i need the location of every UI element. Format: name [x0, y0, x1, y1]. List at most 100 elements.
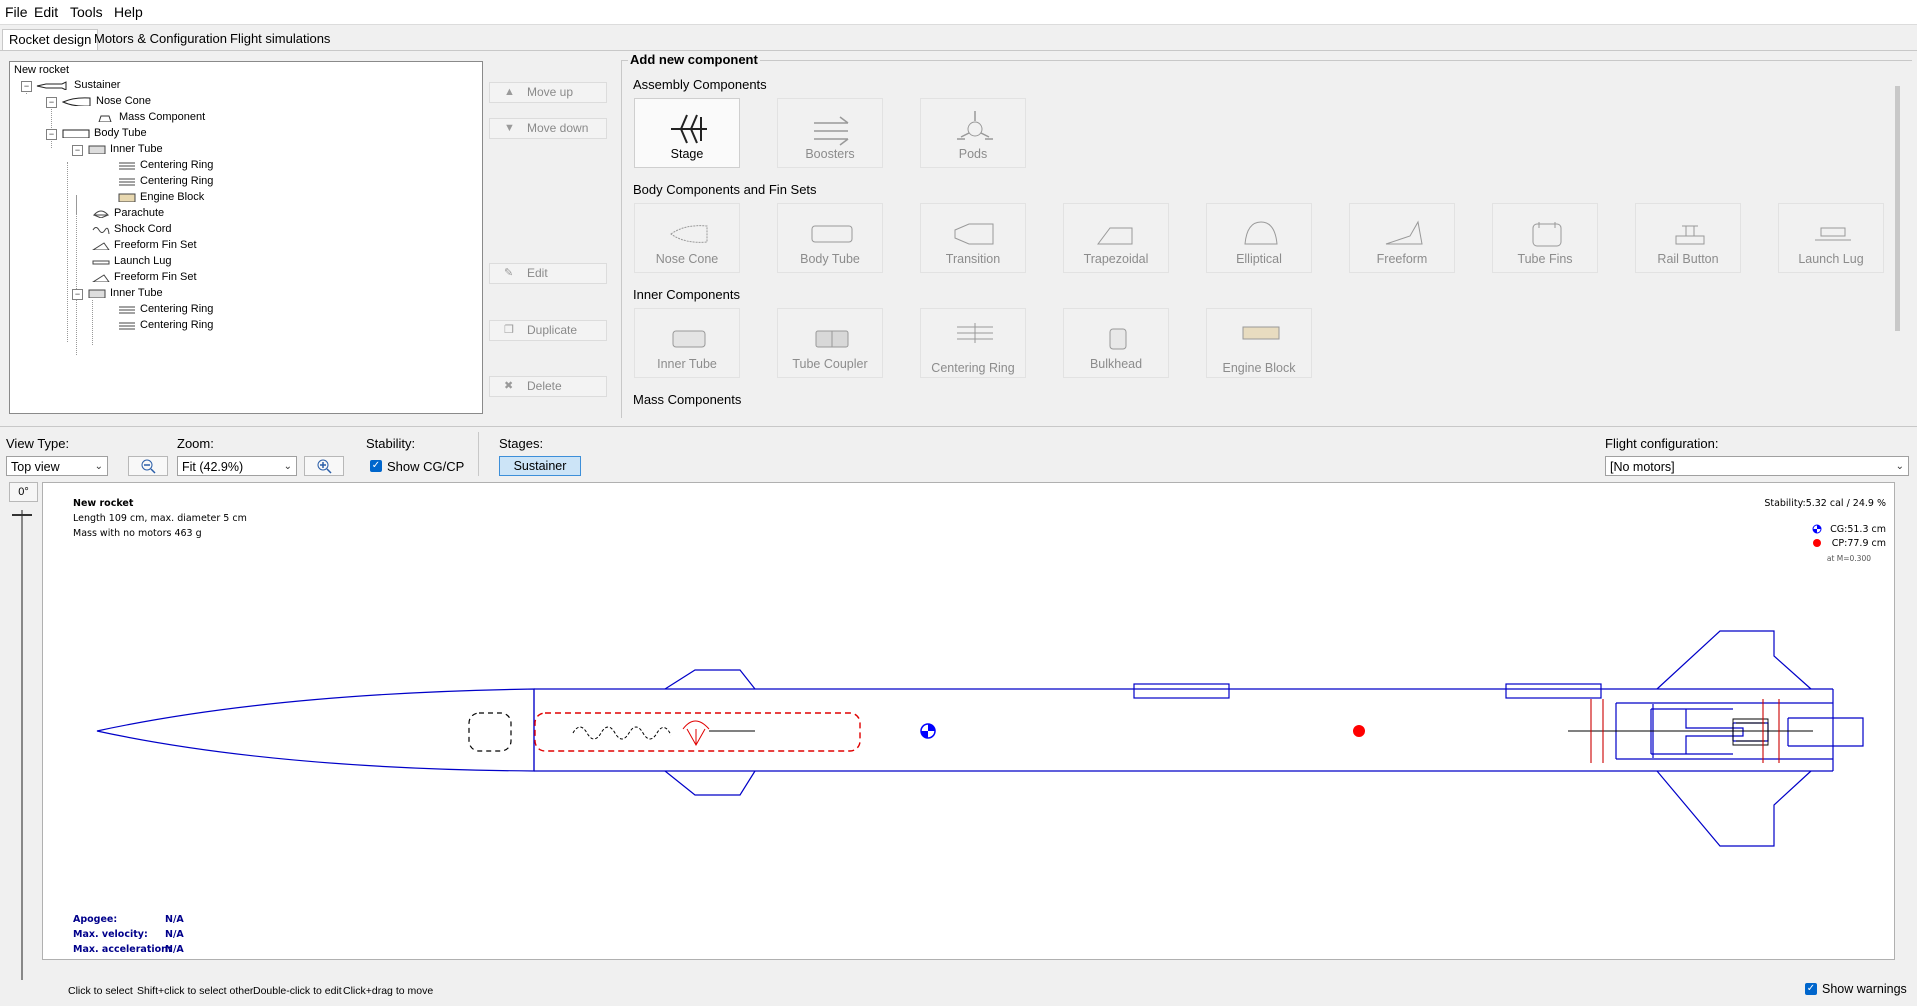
rocket-mass: Mass with no motors 463 g [73, 528, 202, 539]
rotation-button[interactable]: 0° [9, 482, 38, 502]
centering-ring-button[interactable]: Centering Ring [920, 308, 1026, 378]
tree-item-body-tube[interactable]: Body Tube [62, 126, 147, 141]
section-mass: Mass Components [633, 392, 742, 407]
launch-lug-icon [1815, 227, 1851, 241]
centering-ring-icon [119, 306, 135, 314]
chevron-down-icon: ⌄ [94, 461, 103, 472]
cp-marker [1351, 723, 1367, 739]
tree-item-centering-ring[interactable]: Centering Ring [118, 174, 213, 189]
tube-coupler-button[interactable]: Tube Coupler [777, 308, 883, 378]
rocket-figure-canvas[interactable]: New rocket Length 109 cm, max. diameter … [42, 482, 1895, 960]
tree-item-mass-component[interactable]: Mass Component [97, 110, 205, 125]
tree-item-launch-lug[interactable]: Launch Lug [92, 254, 172, 269]
bulkhead-button[interactable]: Bulkhead [1063, 308, 1169, 378]
zoom-out-button[interactable] [128, 456, 168, 476]
stage-sustainer-toggle[interactable]: Sustainer [499, 456, 581, 476]
apogee-value: N/A [165, 914, 184, 925]
show-warnings-checkbox[interactable]: ✓ [1805, 983, 1817, 995]
menu-bar: File Edit Tools Help [0, 0, 1917, 25]
pods-button[interactable]: Pods [920, 98, 1026, 168]
delete-button[interactable]: ✖ Delete [489, 376, 607, 397]
tree-item-inner-tube[interactable]: Inner Tube [88, 142, 163, 157]
cp-value: CP:77.9 cm [1831, 538, 1886, 549]
tab-motors-configuration[interactable]: Motors & Configuration [88, 29, 233, 49]
menu-tools[interactable]: Tools [70, 4, 103, 20]
hint-click-drag: Click+drag to move [343, 985, 434, 997]
scrollbar[interactable] [1895, 86, 1900, 331]
launch-lug-button[interactable]: Launch Lug [1778, 203, 1884, 273]
tab-flight-simulations[interactable]: Flight simulations [224, 29, 336, 49]
freeform-fins-button[interactable]: Freeform [1349, 203, 1455, 273]
centering-ring-icon [957, 323, 993, 343]
collapse-icon[interactable]: − [72, 145, 83, 156]
collapse-icon[interactable]: − [72, 289, 83, 300]
rail-button-button[interactable]: Rail Button [1635, 203, 1741, 273]
cg-marker [920, 723, 936, 739]
engine-block-button[interactable]: Engine Block [1206, 308, 1312, 378]
flight-config-label: Flight configuration: [1605, 436, 1719, 451]
max-velocity-label: Max. velocity: [73, 929, 148, 940]
hint-shift-click: Shift+click to select other [137, 985, 254, 997]
zoom-in-button[interactable] [304, 456, 344, 476]
view-type-label: View Type: [6, 436, 70, 451]
tree-item-parachute[interactable]: Parachute [92, 206, 164, 221]
trapezoidal-fins-button[interactable]: Trapezoidal [1063, 203, 1169, 273]
engine-block-icon [1242, 326, 1280, 340]
collapse-icon[interactable]: − [46, 129, 57, 140]
launch-lug-shape [1505, 683, 1602, 699]
tree-item-shock-cord[interactable]: Shock Cord [92, 222, 171, 237]
menu-edit[interactable]: Edit [34, 4, 58, 20]
transition-icon [954, 223, 994, 245]
boosters-button[interactable]: Boosters [777, 98, 883, 168]
rocket-drawing[interactable] [43, 483, 1894, 959]
edit-button[interactable]: ✎ Edit [489, 263, 607, 284]
tree-item-nose-cone[interactable]: Nose Cone [62, 94, 151, 109]
stage-button[interactable]: Stage [634, 98, 740, 168]
body-tube-button[interactable]: Body Tube [777, 203, 883, 273]
move-up-button[interactable]: ▲ Move up [489, 82, 607, 103]
show-cgcp-checkbox[interactable]: ✓ [370, 460, 382, 472]
component-tree[interactable]: New rocket − Sustainer − Nose Cone Mass … [9, 61, 483, 414]
zoom-select[interactable]: Fit (42.9%) ⌄ [177, 456, 297, 476]
elliptical-fins-button[interactable]: Elliptical [1206, 203, 1312, 273]
show-warnings-label: Show warnings [1822, 982, 1907, 996]
tube-coupler-icon [815, 330, 849, 348]
show-cgcp-label: Show CG/CP [387, 459, 465, 474]
tree-item-freeform-fin-set[interactable]: Freeform Fin Set [92, 238, 197, 253]
tree-item-centering-ring[interactable]: Centering Ring [118, 302, 213, 317]
centering-ring-icon [119, 322, 135, 330]
nose-cone-button[interactable]: Nose Cone [634, 203, 740, 273]
tree-item-freeform-fin-set[interactable]: Freeform Fin Set [92, 270, 197, 285]
transition-button[interactable]: Transition [920, 203, 1026, 273]
mass-component-icon [98, 115, 112, 122]
tree-item-centering-ring[interactable]: Centering Ring [118, 318, 213, 333]
elliptical-fin-icon [1244, 221, 1278, 245]
menu-file[interactable]: File [5, 4, 28, 20]
collapse-icon[interactable]: − [21, 81, 32, 92]
view-type-select[interactable]: Top view ⌄ [6, 456, 108, 476]
tab-rocket-design[interactable]: Rocket design [2, 29, 99, 50]
max-acceleration-value: N/A [165, 944, 184, 955]
centering-ring-icon [119, 178, 135, 186]
tree-item-inner-tube[interactable]: Inner Tube [88, 286, 163, 301]
flight-config-select[interactable]: [No motors] ⌄ [1605, 456, 1909, 476]
tree-item-centering-ring[interactable]: Centering Ring [118, 158, 213, 173]
tree-item-sustainer[interactable]: Sustainer [36, 78, 120, 93]
tree-item-engine-block[interactable]: Engine Block [118, 190, 204, 205]
nose-cone-icon [62, 97, 91, 106]
stages-label: Stages: [499, 436, 544, 451]
body-tube-icon [62, 129, 90, 138]
inner-tube-button[interactable]: Inner Tube [634, 308, 740, 378]
duplicate-button[interactable]: ❐ Duplicate [489, 320, 607, 341]
tube-fins-button[interactable]: Tube Fins [1492, 203, 1598, 273]
delete-icon: ✖ [504, 380, 514, 392]
fin-shape [1656, 770, 1812, 847]
stage-icon [671, 114, 707, 144]
menu-help[interactable]: Help [114, 4, 143, 20]
duplicate-icon: ❐ [504, 324, 514, 336]
collapse-icon[interactable]: − [46, 97, 57, 108]
engine-block-icon [118, 193, 136, 202]
tree-item-new-rocket[interactable]: New rocket [14, 63, 69, 78]
move-down-button[interactable]: ▼ Move down [489, 118, 607, 139]
rotation-slider[interactable] [12, 510, 32, 980]
